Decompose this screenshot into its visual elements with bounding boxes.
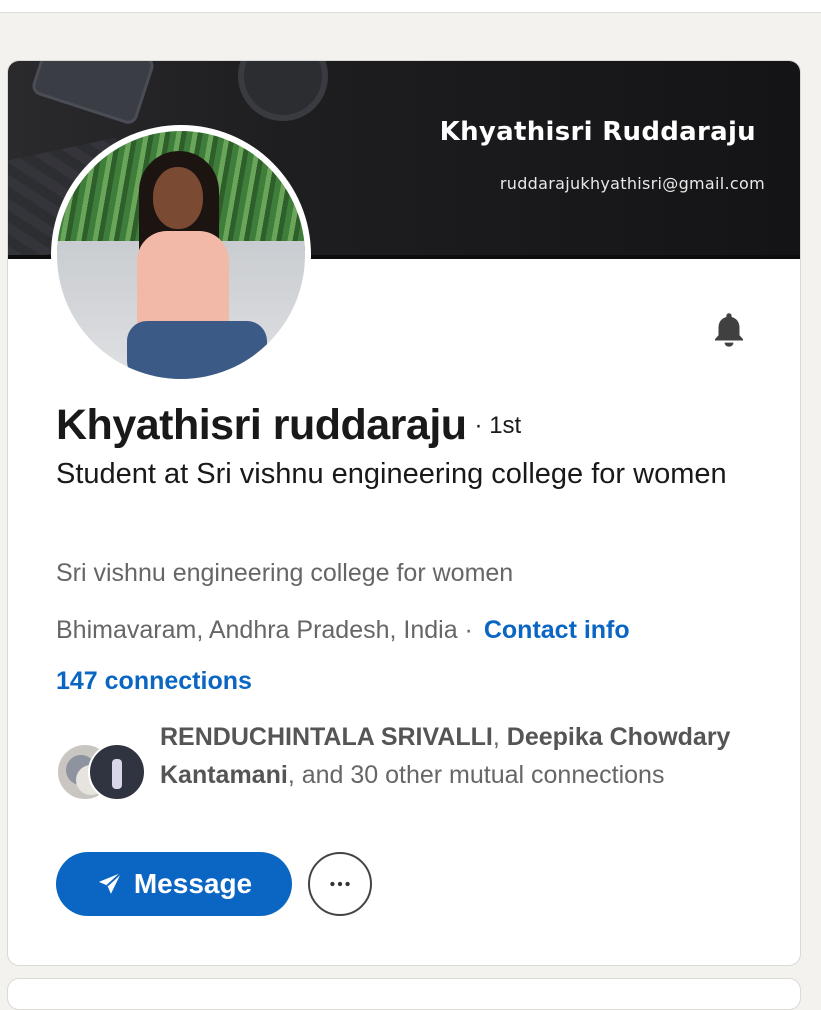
avatar bbox=[88, 743, 146, 801]
next-card bbox=[7, 978, 801, 1010]
connections-link[interactable]: 147 connections bbox=[56, 667, 252, 696]
banner-decor bbox=[29, 61, 157, 127]
profile-location: Bhimavaram, Andhra Pradesh, India · bbox=[56, 616, 473, 644]
message-button[interactable]: Message bbox=[56, 852, 292, 916]
profile-location-row: Bhimavaram, Andhra Pradesh, India · Cont… bbox=[56, 616, 630, 645]
profile-card: Khyathisri Ruddaraju ruddarajukhyathisri… bbox=[7, 60, 801, 966]
profile-headline: Student at Sri vishnu engineering colleg… bbox=[56, 458, 727, 490]
top-nav-edge bbox=[0, 0, 821, 13]
more-actions-button[interactable] bbox=[308, 852, 372, 916]
contact-info-link[interactable]: Contact info bbox=[484, 616, 630, 644]
banner-decor bbox=[238, 61, 328, 121]
mutual-connections-text[interactable]: RENDUCHINTALA SRIVALLI, Deepika Chowdary… bbox=[160, 718, 760, 794]
profile-name-row: Khyathisri ruddaraju · 1st bbox=[56, 401, 521, 450]
bell-icon[interactable] bbox=[708, 309, 750, 351]
profile-photo[interactable] bbox=[57, 131, 305, 379]
mutual-name[interactable]: RENDUCHINTALA SRIVALLI bbox=[160, 723, 493, 751]
profile-name: Khyathisri ruddaraju bbox=[56, 401, 467, 449]
banner-email: ruddarajukhyathisri@gmail.com bbox=[499, 174, 765, 193]
more-horizontal-icon bbox=[330, 881, 350, 887]
message-label: Message bbox=[133, 868, 253, 899]
connection-degree: · 1st bbox=[474, 412, 522, 439]
profile-school[interactable]: Sri vishnu engineering college for women bbox=[56, 559, 513, 588]
send-icon bbox=[98, 872, 122, 894]
mutual-avatars[interactable] bbox=[56, 743, 148, 801]
banner-name: Khyathisri Ruddaraju bbox=[439, 117, 756, 147]
